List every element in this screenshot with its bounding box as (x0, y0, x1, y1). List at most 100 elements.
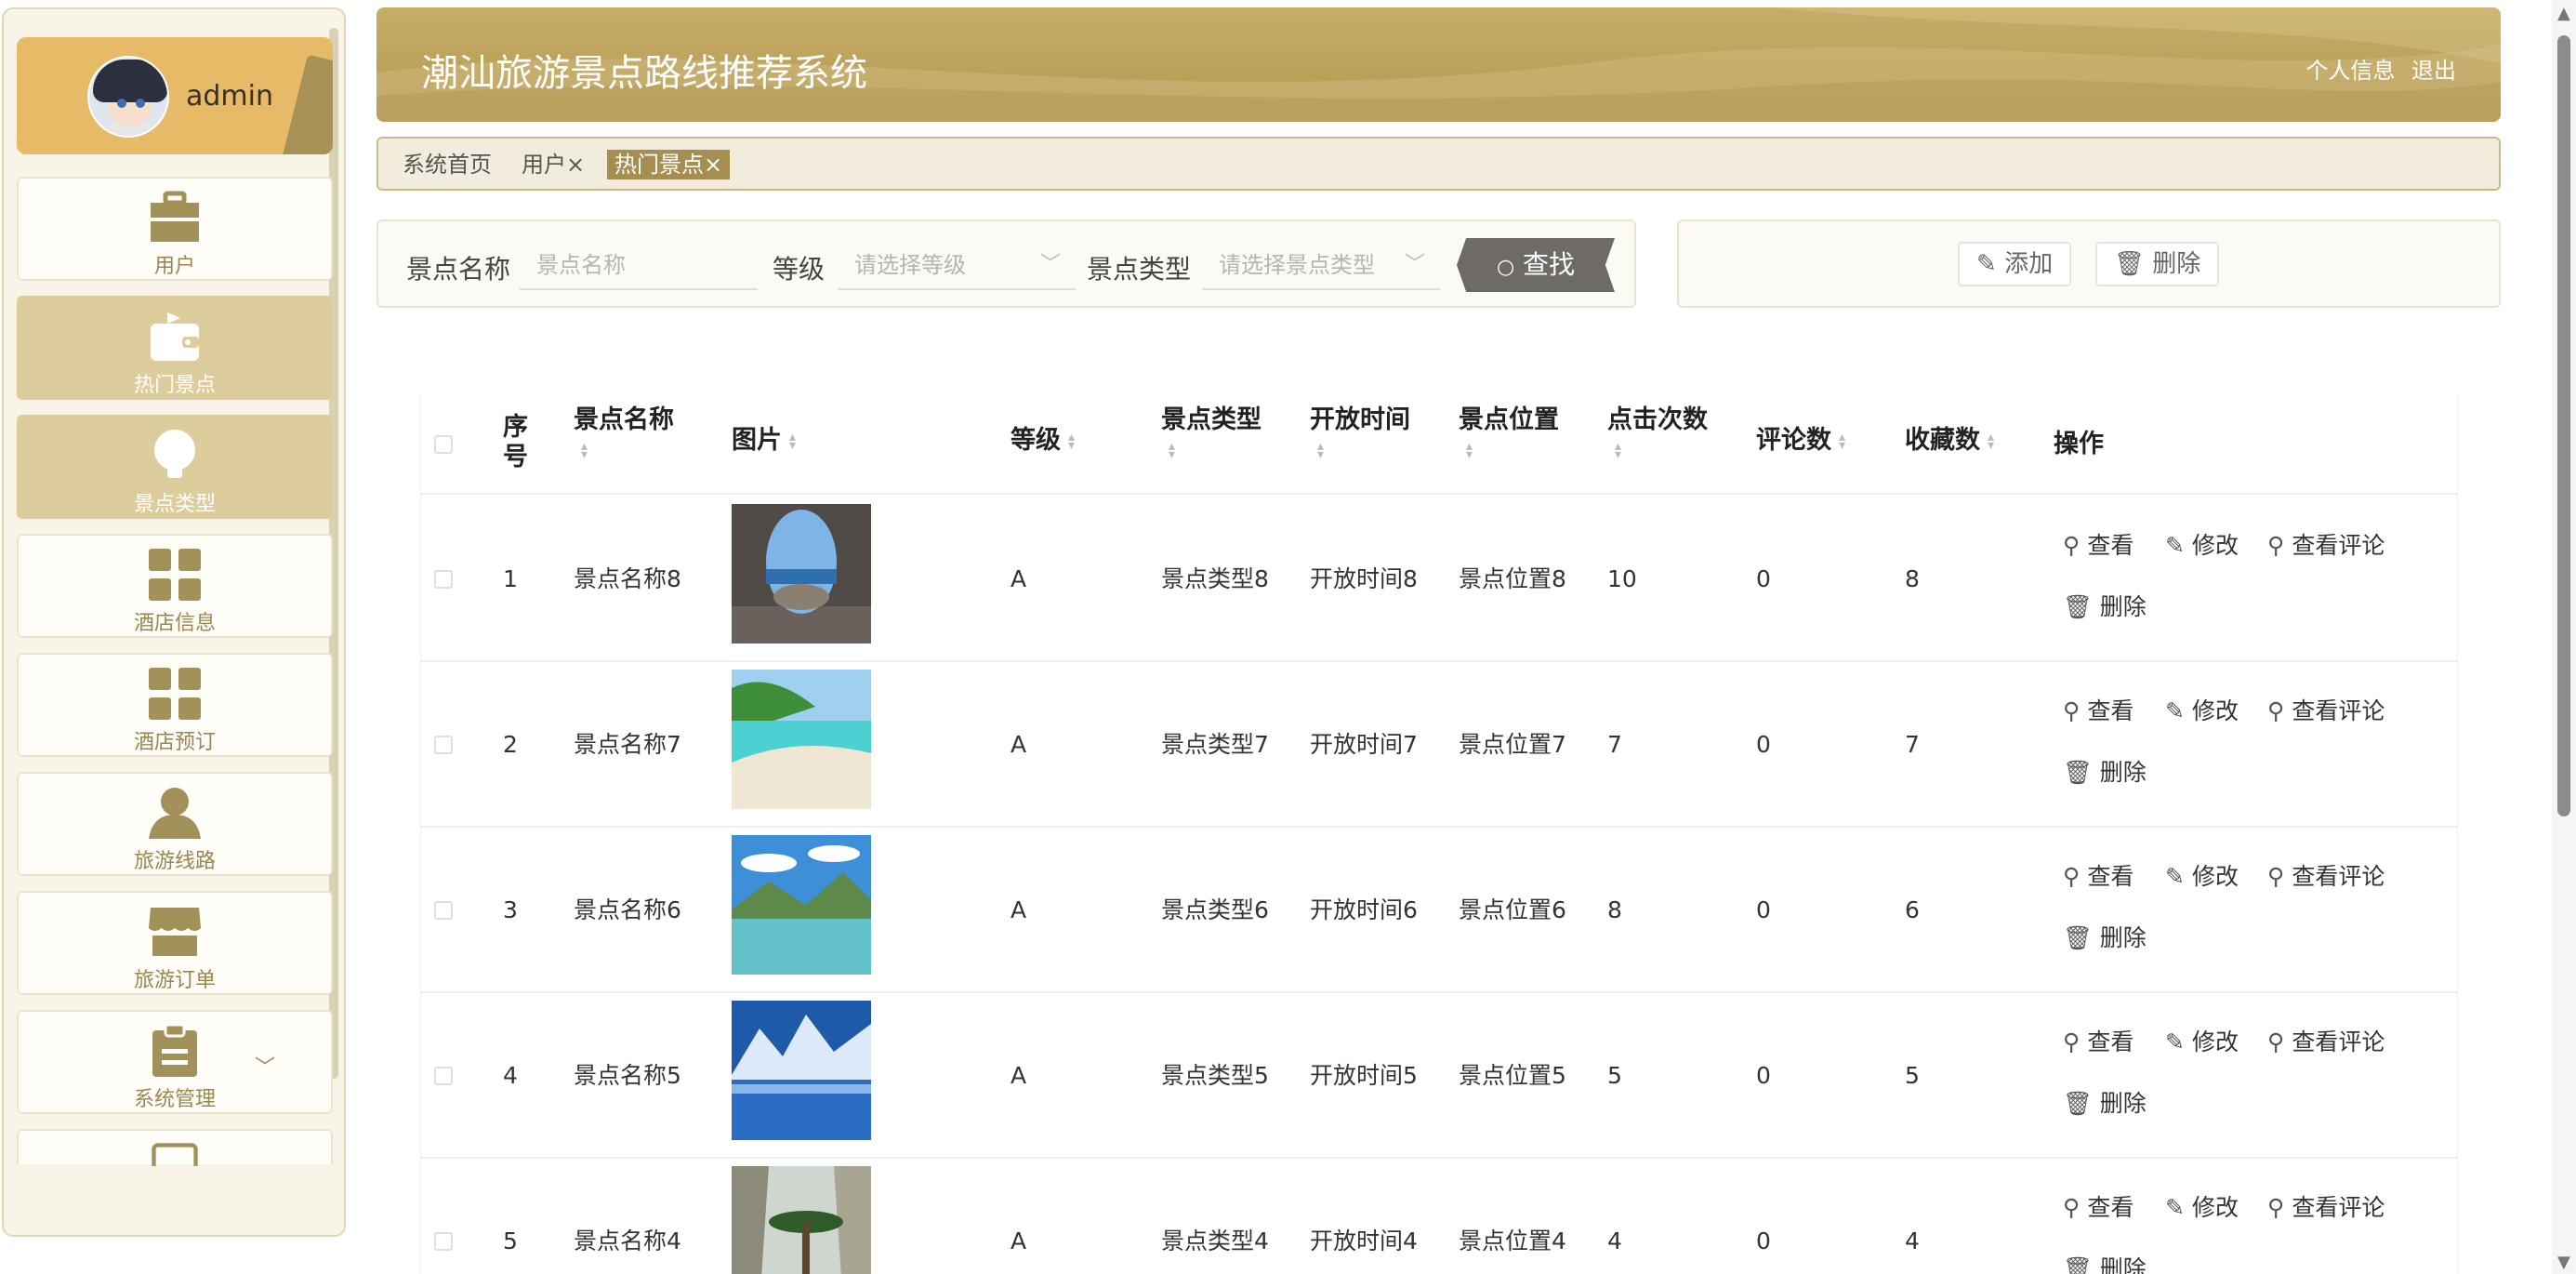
th-location[interactable]: 景点位置 ▴ ▾ (1459, 405, 1559, 465)
grid-icon (149, 549, 201, 601)
sidebar-item-partial[interactable] (17, 1129, 333, 1166)
cell-type: 景点类型8 (1161, 565, 1269, 592)
th-favorites[interactable]: 收藏数 ▴ ▾ (1905, 426, 1994, 456)
view-comments-button[interactable]: ⚲ 查看评论 (2267, 1028, 2384, 1056)
th-name[interactable]: 景点名称 ▴ ▾ (574, 405, 674, 465)
cell-open-time: 开放时间6 (1310, 896, 1418, 923)
add-button-label: 添加 (2004, 250, 2054, 278)
row-checkbox[interactable] (434, 901, 453, 920)
monitor-icon (152, 1143, 198, 1166)
trash-icon: 🗑 (2063, 759, 2093, 786)
th-clicks[interactable]: 点击次数 ▴ ▾ (1607, 405, 1708, 465)
edit-label: 修改 (2191, 697, 2239, 724)
view-button[interactable]: ⚲ 查看 (2063, 863, 2133, 891)
profile-link[interactable]: 个人信息 (2305, 58, 2395, 84)
scroll-up-icon[interactable]: ▲ (2557, 4, 2570, 23)
view-button[interactable]: ⚲ 查看 (2063, 1194, 2133, 1222)
cell-level: A (1011, 1062, 1027, 1089)
find-button[interactable]: ○ 查找 (1457, 238, 1615, 292)
table-row: 2 景点名称7 A 景点类型7 开放时间7 景点位置7 7 0 7 ⚲ 查看 ✎ 修… (421, 662, 2457, 828)
edit-button[interactable]: ✎ 修改 (2165, 1194, 2239, 1222)
data-table: 序号 景点名称 ▴ ▾ 图片 ▴ ▾ 等级 ▴ ▾ 景点类型 ▴ ▾ 开放时间 ▴ ▾ 景点位置 ▴ ▾… (420, 392, 2458, 1274)
delete-row-button[interactable]: 🗑 删除 (2063, 593, 2147, 621)
table-row: 4 景点名称5 A 景点类型5 开放时间5 景点位置5 5 0 5 ⚲ 查看 ✎ 修… (421, 993, 2457, 1159)
sidebar-item-tour-orders[interactable]: 旅游订单 (17, 891, 333, 995)
cell-clicks: 7 (1607, 731, 1622, 758)
view-button[interactable]: ⚲ 查看 (2063, 532, 2133, 560)
delete-row-button[interactable]: 🗑 删除 (2063, 924, 2147, 952)
view-button[interactable]: ⚲ 查看 (2063, 697, 2133, 725)
row-checkbox[interactable] (434, 1232, 453, 1251)
name-label: 景点名称 (406, 254, 511, 285)
sidebar-item-tour-routes[interactable]: 旅游线路 (17, 772, 333, 876)
type-select-placeholder: 请选择景点类型 (1219, 252, 1375, 278)
app-root: admin 用户 热门景点 景点类型 酒店信息 酒店预订 旅游线路 旅游订单 系… (0, 0, 2576, 1274)
add-button[interactable]: ✎ 添加 (1958, 242, 2072, 286)
sidebar-item-label: 用户 (153, 255, 195, 278)
view-comments-button[interactable]: ⚲ 查看评论 (2267, 863, 2384, 891)
sidebar-item-spot-types[interactable]: 景点类型 (17, 415, 333, 519)
cell-type: 景点类型6 (1161, 896, 1269, 923)
row-checkbox[interactable] (434, 736, 453, 754)
level-select-placeholder: 请选择等级 (854, 252, 966, 278)
grid-icon (149, 668, 201, 720)
delete-row-button[interactable]: 🗑 删除 (2063, 1090, 2147, 1118)
edit-button[interactable]: ✎ 修改 (2165, 863, 2239, 891)
view-label: 查看 (2087, 863, 2134, 890)
row-checkbox[interactable] (434, 1067, 453, 1085)
th-index: 序号 (503, 413, 528, 471)
sidebar-item-users[interactable]: 用户 (17, 177, 333, 281)
th-open-time[interactable]: 开放时间 ▴ ▾ (1310, 405, 1410, 465)
view-button[interactable]: ⚲ 查看 (2063, 1028, 2133, 1056)
search-icon: ⚲ (2063, 1194, 2081, 1221)
level-select[interactable]: 请选择等级 ﹀ (838, 240, 1076, 290)
view-comments-label: 查看评论 (2292, 863, 2385, 890)
sort-icon: ▴ ▾ (581, 438, 588, 462)
logout-link[interactable]: 退出 (2411, 58, 2456, 84)
cell-favorites: 5 (1905, 1062, 1920, 1089)
tab-hot-spots[interactable]: 热门景点× (607, 150, 731, 179)
scroll-down-icon[interactable]: ▼ (2557, 1253, 2570, 1272)
chevron-down-icon[interactable]: ﹀ (255, 1051, 275, 1081)
delete-row-button[interactable]: 🗑 删除 (2063, 1255, 2147, 1274)
delete-row-button[interactable]: 🗑 删除 (2063, 759, 2147, 787)
edit-pen-icon: ✎ (2165, 863, 2185, 890)
user-card-decoration (281, 54, 333, 154)
type-label: 景点类型 (1087, 254, 1192, 285)
window-scrollbar[interactable]: ▲ ▼ (2552, 0, 2576, 1274)
cell-level: A (1011, 896, 1027, 923)
th-type[interactable]: 景点类型 ▴ ▾ (1161, 405, 1262, 465)
view-comments-button[interactable]: ⚲ 查看评论 (2267, 1194, 2384, 1222)
delete-button[interactable]: 🗑 删除 (2095, 242, 2220, 286)
view-comments-button[interactable]: ⚲ 查看评论 (2267, 697, 2384, 725)
view-comments-button[interactable]: ⚲ 查看评论 (2267, 532, 2384, 560)
th-image[interactable]: 图片 ▴ ▾ (732, 426, 796, 456)
delete-label: 删除 (2099, 924, 2147, 951)
delete-label: 删除 (2099, 1255, 2147, 1274)
view-label: 查看 (2087, 532, 2134, 559)
cell-comments: 0 (1756, 565, 1771, 592)
search-icon: ⚲ (2063, 863, 2081, 890)
cell-open-time: 开放时间5 (1310, 1062, 1418, 1089)
tab-home[interactable]: 系统首页 (395, 150, 499, 179)
search-icon: ⚲ (2063, 1028, 2081, 1055)
type-select[interactable]: 请选择景点类型 ﹀ (1202, 240, 1440, 290)
sidebar-item-hot-spots[interactable]: 热门景点 (17, 296, 333, 400)
header-links: 个人信息 退出 (2296, 52, 2456, 85)
trash-icon: 🗑 (2063, 1090, 2093, 1117)
th-comments[interactable]: 评论数 ▴ ▾ (1756, 426, 1845, 456)
sidebar-item-system-admin[interactable]: 系统管理 ﹀ (17, 1010, 333, 1114)
edit-button[interactable]: ✎ 修改 (2165, 697, 2239, 725)
edit-button[interactable]: ✎ 修改 (2165, 532, 2239, 560)
name-search-input[interactable]: 景点名称 (520, 240, 758, 290)
edit-button[interactable]: ✎ 修改 (2165, 1028, 2239, 1056)
scrollbar-thumb[interactable] (2557, 35, 2570, 816)
cell-index: 3 (503, 896, 518, 923)
th-level[interactable]: 等级 ▴ ▾ (1011, 426, 1075, 456)
sidebar-item-hotel-info[interactable]: 酒店信息 (17, 534, 333, 638)
delete-button-label: 删除 (2152, 250, 2201, 278)
row-checkbox[interactable] (434, 570, 453, 589)
tab-users[interactable]: 用户× (514, 150, 592, 179)
select-all-checkbox[interactable] (434, 435, 453, 454)
sidebar-item-hotel-booking[interactable]: 酒店预订 (17, 653, 333, 757)
